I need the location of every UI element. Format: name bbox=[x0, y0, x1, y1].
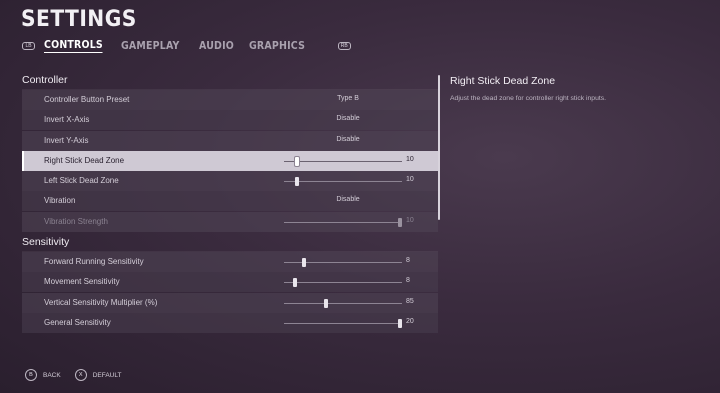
setting-general-sensitivity[interactable]: General Sensitivity 20 bbox=[22, 312, 438, 333]
setting-info-panel: Right Stick Dead Zone Adjust the dead zo… bbox=[450, 75, 710, 102]
slider-track[interactable] bbox=[284, 302, 402, 304]
slider-value: 10 bbox=[406, 176, 414, 184]
slider-handle bbox=[398, 217, 402, 227]
setting-value: Disable bbox=[336, 196, 360, 204]
tab-gameplay[interactable]: GAMEPLAY bbox=[121, 40, 180, 52]
slider-handle[interactable] bbox=[398, 318, 402, 328]
setting-vibration[interactable]: Vibration Disable bbox=[22, 191, 438, 212]
default-label: DEFAULT bbox=[92, 371, 122, 379]
setting-vertical-sensitivity-multiplier[interactable]: Vertical Sensitivity Multiplier (%) 85 bbox=[22, 292, 438, 313]
setting-label: Invert Y-Axis bbox=[44, 135, 89, 145]
setting-left-stick-dead-zone[interactable]: Left Stick Dead Zone 10 bbox=[22, 171, 438, 192]
setting-label: Movement Sensitivity bbox=[44, 277, 120, 287]
setting-label: General Sensitivity bbox=[44, 317, 111, 327]
settings-scrollbar[interactable] bbox=[438, 75, 440, 220]
setting-label: Vibration bbox=[44, 196, 76, 206]
slider-value: 85 bbox=[406, 297, 414, 305]
setting-invert-y-axis[interactable]: Invert Y-Axis Disable bbox=[22, 130, 438, 151]
setting-label: Vertical Sensitivity Multiplier (%) bbox=[44, 297, 158, 307]
setting-label: Right Stick Dead Zone bbox=[44, 155, 125, 165]
slider-track[interactable] bbox=[284, 282, 402, 284]
setting-forward-running-sensitivity[interactable]: Forward Running Sensitivity 8 bbox=[22, 252, 438, 273]
slider-handle[interactable] bbox=[323, 298, 328, 308]
back-label: BACK bbox=[43, 371, 61, 379]
b-button-icon: B bbox=[25, 369, 37, 381]
x-button-icon: X bbox=[74, 369, 87, 381]
setting-invert-x-axis[interactable]: Invert X-Axis Disable bbox=[22, 110, 438, 131]
setting-label: Left Stick Dead Zone bbox=[44, 176, 119, 186]
slider-value: 10 bbox=[406, 155, 414, 163]
right-bumper-icon[interactable]: RB bbox=[337, 42, 351, 50]
slider-value: 8 bbox=[406, 257, 410, 265]
setting-vibration-strength: Vibration Strength 10 bbox=[22, 211, 438, 232]
setting-controller-button-preset[interactable]: Controller Button Preset Type B bbox=[22, 90, 438, 110]
setting-movement-sensitivity[interactable]: Movement Sensitivity 8 bbox=[22, 272, 438, 293]
slider-track[interactable] bbox=[284, 181, 402, 183]
setting-right-stick-dead-zone[interactable]: Right Stick Dead Zone 10 bbox=[22, 150, 438, 171]
setting-label: Controller Button Preset bbox=[44, 95, 130, 104]
default-button[interactable]: X DEFAULT bbox=[74, 369, 122, 381]
slider-track bbox=[284, 221, 402, 223]
slider-handle[interactable] bbox=[295, 177, 300, 187]
info-description: Adjust the dead zone for controller righ… bbox=[450, 95, 607, 102]
slider-handle[interactable] bbox=[302, 258, 307, 268]
slider-track[interactable] bbox=[284, 322, 402, 324]
slider-handle[interactable] bbox=[295, 156, 300, 166]
tab-graphics[interactable]: GRAPHICS bbox=[249, 40, 305, 52]
settings-tabs: LB CONTROLS GAMEPLAY AUDIO GRAPHICS RB bbox=[22, 38, 351, 54]
slider-value: 10 bbox=[406, 216, 414, 224]
slider-value: 20 bbox=[406, 317, 414, 325]
setting-label: Forward Running Sensitivity bbox=[44, 257, 144, 267]
settings-list: Controller Controller Button Preset Type… bbox=[22, 70, 438, 344]
setting-value: Disable bbox=[336, 135, 360, 143]
info-title: Right Stick Dead Zone bbox=[450, 75, 556, 87]
footer-controls: B BACK X DEFAULT bbox=[25, 369, 135, 381]
tab-controls[interactable]: CONTROLS bbox=[44, 39, 103, 53]
section-title-sensitivity: Sensitivity bbox=[22, 232, 438, 253]
section-title-controller: Controller bbox=[22, 70, 438, 90]
page-title: SETTINGS bbox=[21, 7, 137, 32]
setting-label: Vibration Strength bbox=[44, 216, 108, 226]
slider-handle[interactable] bbox=[293, 278, 298, 288]
slider-value: 8 bbox=[406, 277, 410, 285]
slider-track[interactable] bbox=[284, 160, 402, 162]
back-button[interactable]: B BACK bbox=[25, 369, 61, 381]
setting-value: Disable bbox=[336, 115, 360, 123]
left-bumper-icon[interactable]: LB bbox=[22, 42, 35, 50]
setting-label: Invert X-Axis bbox=[44, 115, 90, 125]
setting-value: Type B bbox=[337, 95, 359, 102]
tab-audio[interactable]: AUDIO bbox=[199, 40, 234, 52]
